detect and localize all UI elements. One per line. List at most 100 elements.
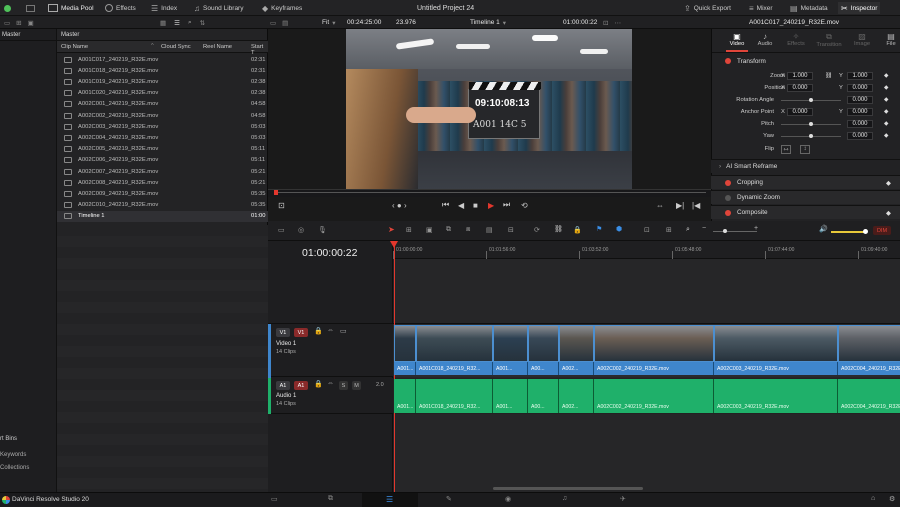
reset-dot-icon[interactable]: ◆ [886,209,891,217]
scrollbar-thumb[interactable] [493,487,643,490]
tab-effects[interactable]: ✧ Effects [784,32,808,47]
column-clip-name[interactable]: Clip Name [61,44,88,50]
tab-file[interactable]: ▤ File [882,32,900,47]
flip-vertical-icon[interactable]: ↕ [800,144,810,154]
enable-dot-icon[interactable] [725,194,731,201]
collections-bin[interactable]: Collections [0,465,29,471]
marker-icon[interactable]: ⬢ [616,225,622,233]
video-clip[interactable]: A001C018_240219_R32... [416,362,493,375]
cropping-header[interactable]: Cropping ◆ [711,175,900,189]
clip-row[interactable]: A002C003_240219_R32E.mov 05:03 [57,121,268,132]
link-icon[interactable]: ⛓ [825,73,832,79]
media-page-icon[interactable]: ▭ [271,495,278,503]
prev-edit-icon[interactable]: |◀ [692,201,700,210]
position-y-field[interactable]: 0.000 [847,84,873,92]
audio-clip[interactable]: A002C004_240219_R32E [838,379,900,413]
transform-header[interactable]: Transform [711,54,900,68]
audio-waveform-icon[interactable]: ◎ [298,226,304,234]
settings-icon[interactable]: ⚙ [889,495,895,503]
dim-button[interactable]: DIM [873,226,891,235]
clip-row[interactable]: A002C006_240219_R32E.mov 05:11 [57,155,268,166]
audio-clip[interactable]: A001... [493,379,528,413]
thumbnail-view-icon[interactable]: ▦ [160,19,166,27]
quick-export-button[interactable]: ⇪ Quick Export [684,2,731,14]
clip-row[interactable]: A002C009_240219_R32E.mov 05:35 [57,188,268,199]
ai-smart-reframe-header[interactable]: › AI Smart Reframe [711,159,900,173]
yaw-field[interactable]: 0.000 [847,132,873,140]
timeline-area[interactable]: 01:00:00:00 01:01:56:00 01:03:52:00 01:05:4… [390,241,900,492]
inspector-button[interactable]: ✂ Inspector [838,2,881,14]
keywords-bin[interactable]: Keywords [0,452,26,458]
window-icon[interactable] [26,4,35,12]
video-visible-icon[interactable]: ▭ [340,327,347,335]
a1-source-patch[interactable]: A1 [276,381,290,390]
zoom-full-icon[interactable]: ⊡ [644,226,650,234]
audio-clip[interactable]: A001C018_240219_R32... [416,379,493,413]
video-clip[interactable]: A002C003_240219_R32E.mov [714,362,838,375]
more-options-icon[interactable]: ⋯ [614,19,621,27]
composite-header[interactable]: Composite ◆ [711,205,900,219]
clip-row[interactable]: Timeline 1 01:00 [57,210,268,222]
solo-button[interactable]: S [339,381,348,390]
lock-icon[interactable]: 🔒 [314,380,323,388]
rotation-slider-handle[interactable] [809,98,813,102]
sort-icon[interactable]: ⇅ [200,19,205,27]
stop-icon[interactable]: ■ [473,201,478,210]
overwrite-clip-icon[interactable]: ⧈ [466,226,470,234]
video-clip-thumbnail[interactable] [838,325,900,362]
volume-slider[interactable] [831,231,866,233]
column-reel-name[interactable]: Reel Name [203,44,232,50]
index-button[interactable]: ☰ Index [151,2,177,14]
video-clip[interactable]: A001... [493,362,528,375]
effects-button[interactable]: Effects [105,2,136,14]
video-clip-thumbnail[interactable] [416,325,493,362]
clip-row[interactable]: A001C019_240219_R32E.mov 02:38 [57,76,268,87]
video-clip[interactable]: A002C004_240219_R32E [838,362,900,375]
pitch-slider-handle[interactable] [809,122,813,126]
zoom-search-icon[interactable]: ⌕ [686,226,690,234]
video-clip[interactable]: A002C002_240219_R32E.mov [594,362,714,375]
match-frame-icon[interactable]: ⇔ [656,201,664,210]
selection-tool-icon[interactable]: ➤ [388,225,395,234]
cut-page-icon[interactable]: ⧉ [328,495,333,503]
audio-track-header[interactable]: A1 A1 🔒 ⇔ S M 2.0 Audio 1 14 Clips [268,378,393,414]
audio-clip[interactable]: A002C003_240219_R32E.mov [714,379,838,413]
master-bin[interactable]: Master [0,29,57,41]
play-icon[interactable]: ▶ [488,201,494,210]
timeline-view-icon[interactable]: ▭ [278,226,285,234]
replace-clip-icon[interactable]: ▤ [486,226,493,234]
viewer-split-icon[interactable]: ▤ [282,19,288,27]
flag-icon[interactable]: ⚑ [596,225,602,233]
auto-select-icon[interactable]: ⇔ [327,327,334,334]
color-page-icon[interactable]: ◉ [505,495,511,503]
yaw-slider-handle[interactable] [809,134,813,138]
video-clip-thumbnail[interactable] [493,325,528,362]
mute-button[interactable]: M [352,381,361,390]
clip-row[interactable]: A002C001_240219_R32E.mov 04:58 [57,99,268,110]
zoom-detail-icon[interactable]: ⊞ [666,226,672,234]
pitch-field[interactable]: 0.000 [847,120,873,128]
fit-to-fill-icon[interactable]: ⊟ [508,226,514,234]
volume-icon[interactable]: 🔊 [819,225,828,233]
position-x-field[interactable]: 0.000 [787,84,813,92]
column-cloud-sync[interactable]: Cloud Sync [161,44,191,50]
overlay-icon[interactable]: ⊡ [603,19,608,27]
tab-image[interactable]: ▨ Image [850,32,874,47]
keyframe-dot-icon[interactable]: ◆ [884,97,888,103]
snapping-icon[interactable]: ⟳ [534,226,540,234]
video-clip[interactable]: A001... [394,362,416,375]
fairlight-page-icon[interactable]: ♫ [562,495,567,502]
crop-icon[interactable]: ⊡ [278,201,285,210]
lock-icon[interactable]: 🔒 [573,226,582,234]
enable-dot-icon[interactable] [725,179,731,186]
clip-row[interactable]: A001C017_240219_R32E.mov 02:31 [57,54,268,65]
edit-page-tab[interactable]: ☰ [362,493,418,507]
link-icon[interactable]: ⛓ [554,225,563,233]
volume-handle[interactable] [863,229,868,234]
zoom-out-icon[interactable]: − [702,225,706,232]
enable-dot-icon[interactable] [725,209,731,216]
anchor-x-field[interactable]: 0.000 [787,108,813,116]
sound-library-button[interactable]: ♫ Sound Library [194,2,243,14]
a1-track-button[interactable]: A1 [294,381,308,390]
scrubber-playhead[interactable] [274,190,278,195]
